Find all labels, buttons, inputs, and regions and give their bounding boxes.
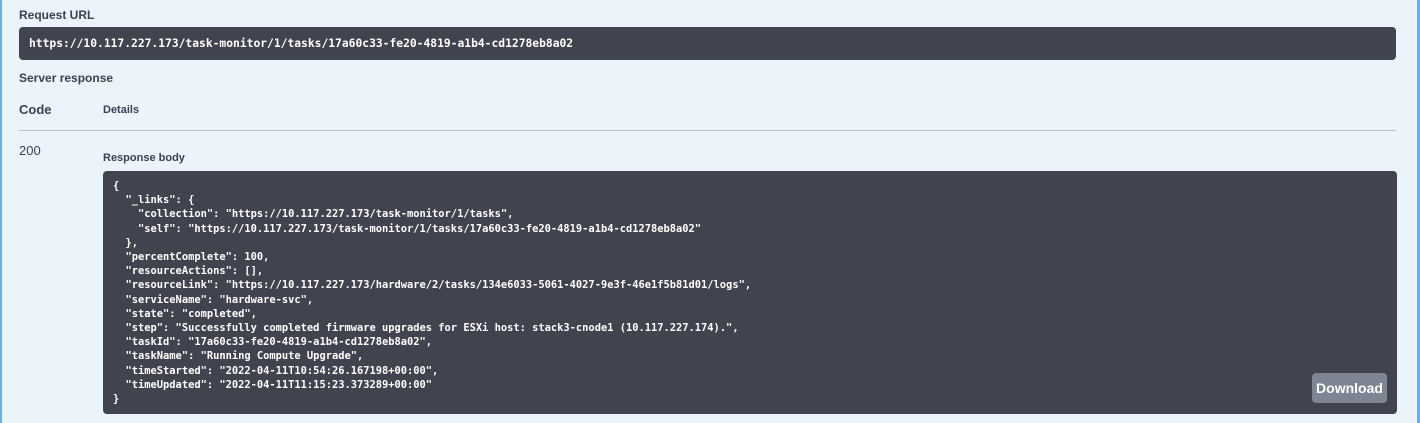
response-status-code: 200 [19, 143, 41, 158]
download-button[interactable]: Download [1312, 373, 1387, 403]
response-body-json[interactable]: { "_links": { "collection": "https://10.… [103, 171, 1397, 406]
request-url-label: Request URL [19, 8, 95, 22]
column-header-code: Code [19, 102, 52, 117]
panel-left-border [0, 0, 2, 423]
response-body[interactable]: { "_links": { "collection": "https://10.… [103, 171, 1397, 414]
column-header-details: Details [103, 104, 140, 116]
response-body-label: Response body [103, 152, 185, 164]
server-response-label: Server response [19, 71, 114, 85]
table-header-divider [19, 130, 1396, 131]
request-url-value[interactable]: https://10.117.227.173/task-monitor/1/ta… [19, 27, 1396, 60]
